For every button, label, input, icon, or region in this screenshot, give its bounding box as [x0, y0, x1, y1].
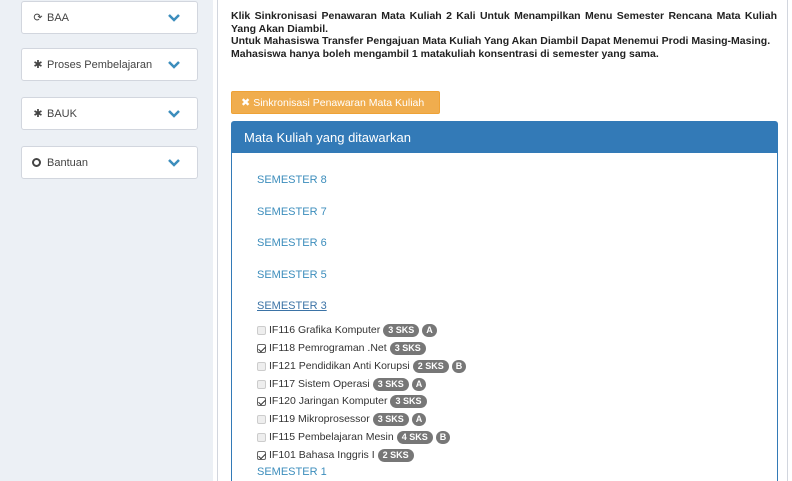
group-badge: A	[411, 412, 427, 426]
course-checkbox[interactable]	[257, 414, 266, 424]
course-item: IF116 Grafika Komputer 3 SKS A	[257, 323, 437, 337]
group-badge: A	[422, 323, 437, 337]
sks-badge: 2 SKS	[377, 448, 414, 462]
notice-line: Untuk Mahasiswa Transfer Pengajuan Mata …	[231, 35, 771, 47]
course-label: IF121 Pendidikan Anti Korupsi	[269, 360, 410, 372]
course-label: IF118 Pemrograman .Net	[269, 342, 387, 354]
sks-badge: 3 SKS	[372, 377, 409, 391]
sks-badge: 2 SKS	[412, 359, 449, 373]
chevron-down-icon	[168, 109, 180, 118]
course-label: IF120 Jaringan Komputer	[269, 395, 388, 407]
sidebar: ⟳ BAA ✱ Proses Pembelajaran ✱ BAUK Bantuan	[0, 0, 213, 481]
course-label: IF117 Sistem Operasi	[269, 378, 370, 390]
sidebar-item-bantuan[interactable]: Bantuan	[21, 146, 198, 179]
course-checkbox[interactable]	[257, 432, 266, 442]
sidebar-item-bauk[interactable]: ✱ BAUK	[21, 97, 198, 130]
sks-badge: 4 SKS	[396, 430, 433, 444]
course-item: IF101 Bahasa Inggris I 2 SKS	[257, 448, 414, 462]
sidebar-item-baa[interactable]: ⟳ BAA	[21, 1, 198, 34]
course-item: IF118 Pemrograman .Net 3 SKS	[257, 341, 426, 355]
main-content: Klik Sinkronisasi Penawaran Mata Kuliah …	[217, 0, 788, 481]
sks-badge: 3 SKS	[383, 323, 420, 337]
notice-text: Klik Sinkronisasi Penawaran Mata Kuliah …	[231, 10, 777, 60]
course-checkbox[interactable]	[257, 325, 266, 335]
offered-courses-panel: Mata Kuliah yang ditawarkan SEMESTER 8 S…	[231, 121, 778, 481]
notice-line: Klik Sinkronisasi Penawaran Mata Kuliah …	[231, 10, 777, 35]
course-item: IF119 Mikroprosessor 3 SKS A	[257, 412, 427, 426]
course-checkbox[interactable]	[257, 450, 266, 460]
sks-badge: 3 SKS	[372, 412, 409, 426]
course-item: IF120 Jaringan Komputer 3 SKS	[257, 394, 427, 408]
group-badge: B	[451, 359, 467, 373]
sks-badge: 3 SKS	[390, 394, 427, 408]
course-checkbox[interactable]	[257, 361, 266, 371]
semester-link-3[interactable]: SEMESTER 3	[257, 300, 327, 312]
sidebar-item-label: Bantuan	[47, 156, 88, 169]
semester-link-8[interactable]: SEMESTER 8	[257, 174, 327, 186]
chevron-down-icon	[168, 13, 180, 22]
course-label: IF101 Bahasa Inggris I	[269, 449, 375, 461]
refresh-icon: ⟳	[33, 12, 43, 24]
semester-link-1[interactable]: SEMESTER 1	[257, 466, 327, 478]
sidebar-item-label: BAUK	[47, 107, 77, 120]
gear-icon: ✱	[33, 108, 43, 120]
semester-link-6[interactable]: SEMESTER 6	[257, 237, 327, 249]
panel-title: Mata Kuliah yang ditawarkan	[232, 122, 777, 153]
course-item: IF121 Pendidikan Anti Korupsi 2 SKS B	[257, 359, 467, 373]
course-checkbox[interactable]	[257, 396, 266, 406]
sync-button-label: Sinkronisasi Penawaran Mata Kuliah	[253, 96, 425, 109]
x-icon: ✖	[241, 97, 251, 109]
sidebar-item-label: Proses Pembelajaran	[47, 58, 153, 71]
group-badge: B	[435, 430, 451, 444]
chevron-down-icon	[168, 158, 180, 167]
semester-link-5[interactable]: SEMESTER 5	[257, 269, 327, 281]
course-item: IF117 Sistem Operasi 3 SKS A	[257, 377, 427, 391]
course-checkbox[interactable]	[257, 343, 266, 353]
course-label: IF115 Pembelajaran Mesin	[269, 431, 394, 443]
course-label: IF119 Mikroprosessor	[269, 413, 370, 425]
sks-badge: 3 SKS	[389, 341, 426, 355]
sync-course-offering-button[interactable]: ✖ Sinkronisasi Penawaran Mata Kuliah	[231, 91, 440, 114]
sidebar-item-proses-pembelajaran[interactable]: ✱ Proses Pembelajaran	[21, 48, 198, 81]
gear-icon: ✱	[33, 59, 43, 71]
course-checkbox[interactable]	[257, 379, 266, 389]
notice-line: Mahasiswa hanya boleh mengambil 1 mataku…	[231, 47, 659, 60]
chevron-down-icon	[168, 60, 180, 69]
semester-link-7[interactable]: SEMESTER 7	[257, 206, 327, 218]
circle-icon	[32, 158, 41, 167]
group-badge: A	[411, 377, 427, 391]
course-label: IF116 Grafika Komputer	[269, 324, 381, 336]
course-item: IF115 Pembelajaran Mesin 4 SKS B	[257, 430, 451, 444]
sidebar-item-label: BAA	[47, 11, 70, 24]
